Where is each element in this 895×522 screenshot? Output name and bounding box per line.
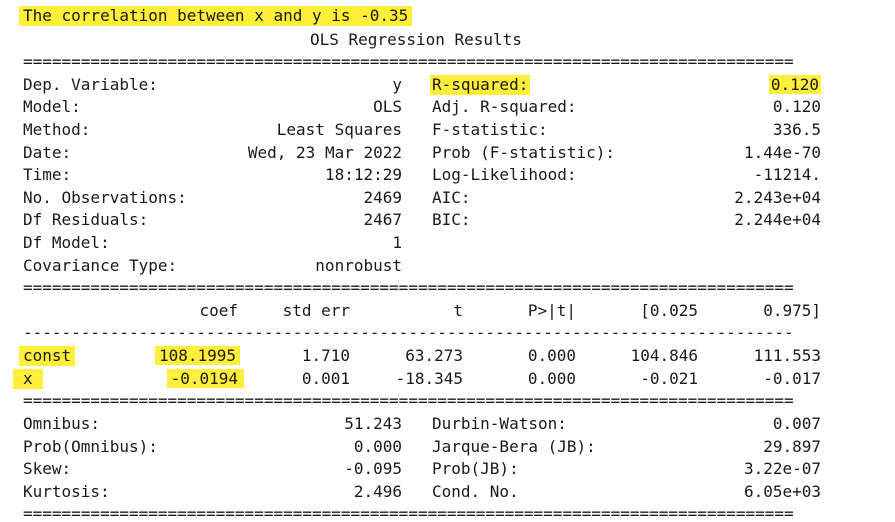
diag-left-label: Skew: (23, 459, 72, 478)
diag-left-value: 51.243 (344, 414, 402, 433)
coef-cell: 0.000 (527, 346, 576, 365)
summary-left-value: 1 (392, 233, 402, 252)
separator-double-mid2: ========================================… (23, 395, 794, 407)
summary-left-label: Model: (23, 97, 81, 116)
diag-left-label: Omnibus: (23, 414, 101, 433)
summary-right-label: BIC: (432, 210, 471, 229)
summary-right-label: Adj. R-squared: (432, 97, 577, 116)
separator-single: ----------------------------------------… (23, 327, 794, 339)
summary-right-label: AIC: (432, 188, 471, 207)
correlation-note: The correlation between x and y is -0.35 (19, 6, 413, 26)
coef-row-name-x: x (13, 369, 43, 389)
coef-header-ci-high: 0.975] (763, 301, 821, 320)
summary-left-label: Method: (23, 120, 91, 139)
coef-cell: 104.846 (630, 346, 698, 365)
coef-cell: -0.017 (763, 369, 821, 388)
coef-header-coef: coef (199, 301, 238, 320)
diag-right-label: Jarque-Bera (JB): (432, 437, 596, 456)
coef-cell: 63.273 (405, 346, 463, 365)
coef-cell: -0.0194 (118, 369, 244, 389)
coef-row-name-const: const (19, 346, 76, 366)
diag-left-label: Prob(Omnibus): (23, 437, 158, 456)
coef-header-std-err: std err (282, 301, 350, 320)
summary-right-label: F-statistic: (432, 120, 548, 139)
summary-left-label: Df Model: (23, 233, 110, 252)
summary-right-value: 1.44e-70 (743, 143, 821, 162)
summary-left-value: Least Squares (276, 120, 402, 139)
diag-left-value: 2.496 (353, 482, 402, 501)
summary-right-label-r-squared: R-squared: (430, 75, 531, 95)
summary-left-value: 2467 (363, 210, 402, 229)
diag-left-value: 0.000 (353, 437, 402, 456)
coef-cell: 0.001 (301, 369, 350, 388)
summary-left-label: Date: (23, 143, 72, 162)
diag-left-label: Kurtosis: (23, 482, 110, 501)
summary-left-label: Time: (23, 165, 72, 184)
coef-header-p: P>|t| (527, 301, 576, 320)
summary-right-value: 0.120 (772, 97, 821, 116)
diag-right-label: Cond. No. (432, 482, 519, 501)
summary-right-label: Prob (F-statistic): (432, 143, 616, 162)
summary-left-label: Covariance Type: (23, 256, 178, 275)
diag-right-value: 0.007 (772, 414, 821, 433)
summary-right-value: 2.244e+04 (734, 210, 821, 229)
diag-right-label: Prob(JB): (432, 459, 519, 478)
separator-double-bottom: ========================================… (23, 508, 794, 520)
diag-right-label: Durbin-Watson: (432, 414, 567, 433)
coef-cell: 0.000 (527, 369, 576, 388)
summary-left-value: Wed, 23 Mar 2022 (247, 143, 402, 162)
summary-left-label: No. Observations: (23, 188, 187, 207)
diag-right-value: 6.05e+03 (743, 482, 821, 501)
summary-left-label: Dep. Variable: (23, 75, 158, 94)
summary-right-value: 336.5 (772, 120, 821, 139)
coef-cell: 108.1995 (118, 346, 240, 366)
summary-right-value-r-squared: 0.120 (621, 75, 821, 95)
coef-header-t: t (453, 301, 463, 320)
summary-left-value: 18:12:29 (324, 165, 402, 184)
page-title: OLS Regression Results (310, 30, 522, 49)
coef-cell: 1.710 (301, 346, 350, 365)
summary-left-value: OLS (373, 97, 402, 116)
separator-double-mid1: ========================================… (23, 282, 794, 294)
separator-double-top: ========================================… (23, 56, 794, 68)
summary-left-value: 2469 (363, 188, 402, 207)
summary-right-value: -11214. (753, 165, 821, 184)
diag-right-value: 29.897 (763, 437, 821, 456)
summary-left-label: Df Residuals: (23, 210, 149, 229)
coef-cell: 111.553 (753, 346, 821, 365)
summary-right-label: Log-Likelihood: (432, 165, 577, 184)
coef-value-x: -0.0194 (166, 369, 244, 388)
coef-value-const: 108.1995 (154, 346, 240, 365)
summary-left-value: nonrobust (315, 256, 402, 275)
summary-right-value: 2.243e+04 (734, 188, 821, 207)
summary-left-value: y (392, 75, 402, 94)
diag-right-value: 3.22e-07 (743, 459, 821, 478)
coef-cell: -18.345 (395, 369, 463, 388)
coef-cell: -0.021 (640, 369, 698, 388)
coef-header-ci-low: [0.025 (640, 301, 698, 320)
diag-left-value: -0.095 (344, 459, 402, 478)
r-squared-value: 0.120 (768, 75, 821, 94)
